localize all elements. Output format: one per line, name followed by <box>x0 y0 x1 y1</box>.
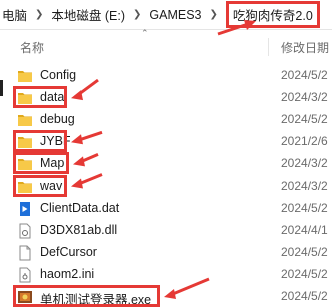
file-date: 2024/5/2 <box>281 68 328 82</box>
chevron-right-icon[interactable]: ❯ <box>29 9 49 20</box>
file-icon <box>17 245 33 261</box>
file-name: Map <box>40 156 65 171</box>
file-name: data <box>40 90 65 105</box>
file-date: 2024/5/2 <box>281 266 328 281</box>
file-name: DefCursor <box>40 244 97 259</box>
file-row[interactable]: JYBF 2021/2/6 <box>0 131 332 153</box>
file-name: debug <box>40 112 75 127</box>
folder-icon <box>17 179 33 195</box>
file-date: 2024/5/2 <box>281 200 328 215</box>
chevron-right-icon[interactable]: ❯ <box>204 9 224 20</box>
folder-icon <box>17 68 33 84</box>
file-name: 单机测试登录器.exe <box>40 293 152 307</box>
file-row[interactable]: Config 2024/5/2 <box>0 65 332 87</box>
file-row[interactable]: haom2.ini 2024/5/2 <box>0 264 332 286</box>
column-header-date[interactable]: 修改日期 <box>281 39 329 56</box>
file-row[interactable]: ClientData.dat 2024/5/2 <box>0 198 332 220</box>
folder-icon <box>17 112 33 128</box>
folder-icon <box>17 134 33 150</box>
file-name: D3DX81ab.dll <box>40 222 118 237</box>
breadcrumb-item-games3[interactable]: GAMES3 <box>147 8 203 22</box>
file-date: 2024/5/2 <box>281 289 328 303</box>
file-name: wav <box>40 178 63 193</box>
file-name: Config <box>40 68 77 82</box>
file-name: haom2.ini <box>40 266 95 281</box>
data-file-icon <box>17 201 33 217</box>
column-divider[interactable] <box>268 38 269 56</box>
breadcrumb: 电脑 ❯ 本地磁盘 (E:) ❯ GAMES3 ❯ 吃狗肉传奇2.0 <box>0 0 332 30</box>
file-row[interactable]: data 2024/3/2 <box>0 87 332 109</box>
file-date: 2024/4/1 <box>281 222 328 237</box>
folder-icon <box>17 156 33 172</box>
file-date: 2024/5/2 <box>281 244 328 259</box>
file-row[interactable]: wav 2024/3/2 <box>0 176 332 198</box>
file-date: 2024/3/2 <box>281 178 328 193</box>
file-row[interactable]: D3DX81ab.dll 2024/4/1 <box>0 220 332 242</box>
file-row[interactable]: 单机测试登录器.exe 2024/5/2 <box>0 286 332 308</box>
file-row[interactable]: debug 2024/5/2 <box>0 109 332 131</box>
file-row[interactable]: Map 2024/3/2 <box>0 153 332 175</box>
column-header-row: 名称 修改日期 <box>0 36 332 58</box>
column-header-name[interactable]: 名称 <box>20 39 44 56</box>
file-name: JYBF <box>40 134 71 149</box>
file-date: 2024/3/2 <box>281 90 328 105</box>
file-date: 2021/2/6 <box>281 134 328 149</box>
file-row[interactable]: DefCursor 2024/5/2 <box>0 242 332 264</box>
file-date: 2024/3/2 <box>281 156 328 171</box>
breadcrumb-item-computer[interactable]: 电脑 <box>0 5 29 24</box>
chevron-right-icon[interactable]: ❯ <box>127 9 147 20</box>
file-name: ClientData.dat <box>40 200 120 215</box>
breadcrumb-item-current-folder[interactable]: 吃狗肉传奇2.0 <box>225 1 320 28</box>
breadcrumb-item-drive[interactable]: 本地磁盘 (E:) <box>49 5 127 24</box>
folder-icon <box>17 90 33 106</box>
settings-file-icon <box>17 267 33 283</box>
dll-file-icon <box>17 223 33 239</box>
file-date: 2024/5/2 <box>281 112 328 127</box>
